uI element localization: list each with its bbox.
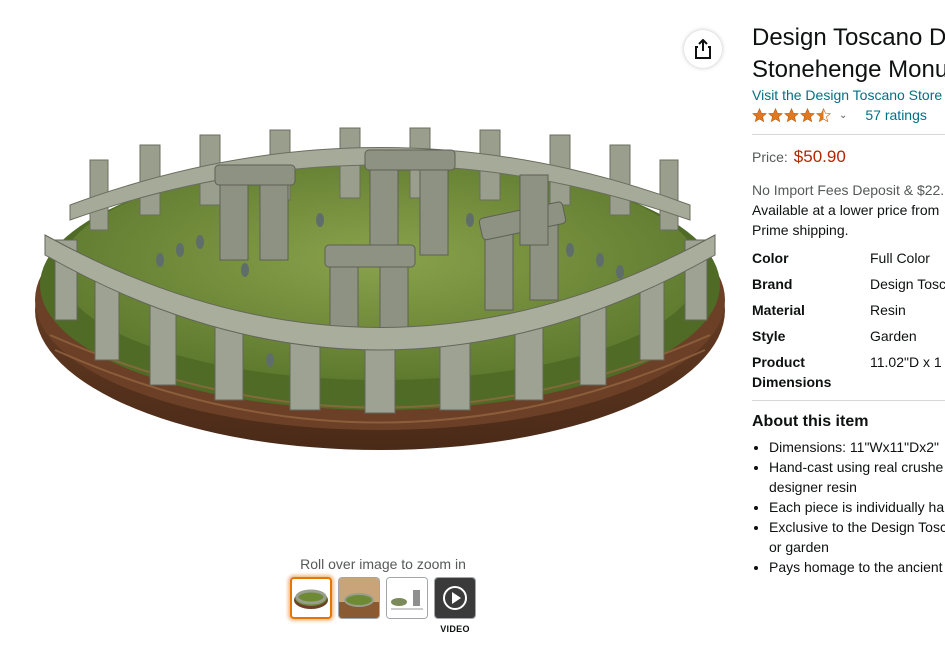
zoom-hint: Roll over image to zoom in [300,556,466,572]
price-label: Price: [752,149,788,165]
product-title-line-2: Stonehenge Monu [752,56,945,83]
thumbnail-1[interactable] [290,577,332,619]
play-video-icon [435,578,475,618]
spec-value: Design Tosc [870,276,945,292]
spec-key: Material [752,302,805,318]
thumbnail-2[interactable] [338,577,380,619]
spec-row-dimensions: Product Dimensions 11.02"D x 1 [752,352,945,392]
price-row: Price: $50.90 [752,147,945,167]
spec-key: Brand [752,276,793,292]
main-product-image[interactable] [30,110,730,470]
bullet-text: Hand-cast using real crushe [769,459,944,475]
lower-price-link[interactable]: Available at a lower price from Prime sh… [752,200,945,240]
ratings-count-link[interactable]: 57 ratings [865,107,926,123]
product-details: Design Toscano Di Stonehenge Monu Visit … [752,22,945,577]
spec-row-material: Material Resin [752,300,945,320]
bullet-text: Dimensions: 11"Wx11"Dx2" [769,439,940,455]
product-title: Design Toscano Di Stonehenge Monu [752,22,945,86]
about-list: Dimensions: 11"Wx11"Dx2" Hand-cast using… [752,437,945,577]
spec-key-line-1: Product [752,354,805,370]
divider [752,400,945,401]
thumbnail-stonehenge-image [294,589,328,609]
spec-key: Style [752,328,786,344]
spec-value: Garden [870,328,917,344]
spec-key: Color [752,250,789,266]
spec-row-brand: Brand Design Tosc [752,274,945,294]
thumbnail-scene-image [339,578,379,618]
spec-value: Resin [870,302,906,318]
spec-row-style: Style Garden [752,326,945,346]
star-full-icon [768,107,783,122]
rating-row: ⌄ 57 ratings [752,105,945,125]
spec-value: Full Color [870,250,930,266]
star-full-icon [800,107,815,122]
lower-price-line-1: Available at a lower price from [752,202,940,218]
product-page: Roll over image to zoom in VIDEO Design … [0,0,945,661]
spec-key: Product Dimensions [752,352,870,392]
list-item: Each piece is individually ha [769,497,945,517]
chevron-down-icon[interactable]: ⌄ [839,110,847,121]
bullet-text: Each piece is individually ha [769,499,945,515]
thumbnail-dimensions-image [387,578,427,618]
star-rating[interactable] [752,107,831,123]
thumbnail-video[interactable] [434,577,476,619]
spec-table: Color Full Color Brand Design Tosc Mater… [752,248,945,392]
price-value: $50.90 [793,147,846,166]
thumbnail-3[interactable] [386,577,428,619]
spec-value: 11.02"D x 1 [870,354,942,370]
star-half-icon [816,107,831,122]
share-button[interactable] [684,30,722,68]
video-label: VIDEO [440,624,470,634]
spec-row-color: Color Full Color [752,248,945,268]
list-item: Dimensions: 11"Wx11"Dx2" [769,437,945,457]
bullet-text: Pays homage to the ancient [769,559,943,575]
store-link[interactable]: Visit the Design Toscano Store [752,87,945,103]
list-item: Pays homage to the ancient [769,557,945,577]
image-gallery: Roll over image to zoom in VIDEO [0,0,740,661]
star-full-icon [784,107,799,122]
lower-price-line-2: Prime shipping. [752,222,849,238]
share-icon [695,39,711,59]
about-heading: About this item [752,413,869,430]
spec-key-line-2: Dimensions [752,374,832,390]
divider [752,134,945,135]
bullet-text: Exclusive to the Design Tosc [769,519,945,535]
bullet-text-cont: or garden [769,539,829,555]
thumbnail-strip [290,577,476,619]
bullet-text-cont: designer resin [769,479,857,495]
list-item: Exclusive to the Design Tosc or garden [769,517,945,557]
list-item: Hand-cast using real crushe designer res… [769,457,945,497]
star-full-icon [752,107,767,122]
import-fees-text: No Import Fees Deposit & $22. [752,182,945,198]
product-title-line-1: Design Toscano Di [752,24,945,51]
